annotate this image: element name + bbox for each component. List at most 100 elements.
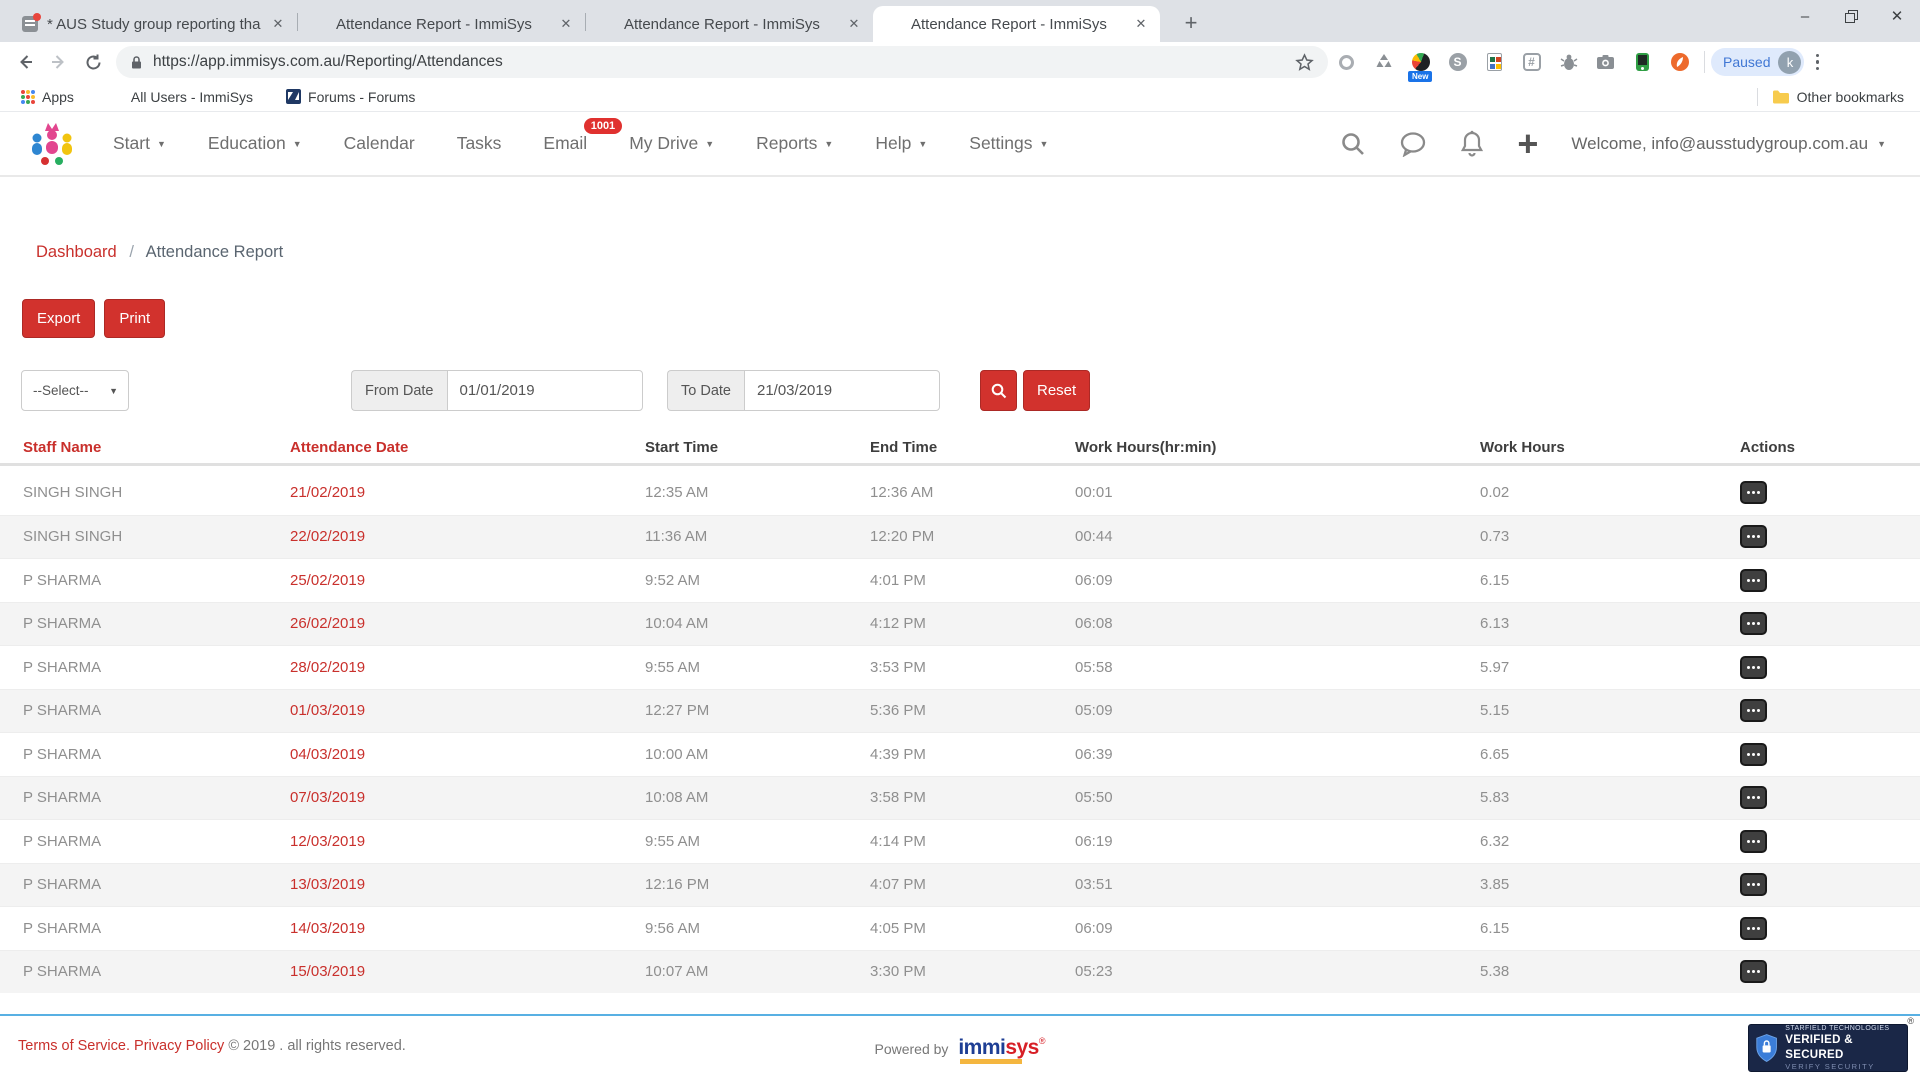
- extension-bug-icon[interactable]: [1550, 42, 1587, 82]
- cell-duration: 00:44: [1075, 528, 1480, 545]
- cell-attendance-date[interactable]: 13/03/2019: [290, 876, 645, 893]
- header-attendance-date[interactable]: Attendance Date: [290, 439, 645, 456]
- cell-start-time: 9:56 AM: [645, 920, 870, 937]
- back-icon[interactable]: [8, 45, 42, 79]
- menu-start[interactable]: Start▼: [92, 133, 187, 154]
- browser-tab-3[interactable]: Attendance Report - ImmiSys ✕: [586, 6, 873, 42]
- export-button[interactable]: Export: [22, 299, 95, 338]
- browser-tab-2[interactable]: Attendance Report - ImmiSys ✕: [298, 6, 585, 42]
- profile-state-label: Paused: [1723, 54, 1770, 70]
- caret-down-icon: ▼: [293, 139, 302, 149]
- cell-duration: 06:19: [1075, 833, 1480, 850]
- tab-close-icon[interactable]: ✕: [269, 15, 287, 33]
- menu-settings[interactable]: Settings▼: [948, 133, 1069, 154]
- browser-tab-4-active[interactable]: Attendance Report - ImmiSys ✕: [873, 6, 1160, 42]
- menu-education[interactable]: Education▼: [187, 133, 323, 154]
- search-button[interactable]: [980, 370, 1017, 411]
- extension-speedtest-icon[interactable]: New: [1402, 42, 1439, 82]
- cell-attendance-date[interactable]: 01/03/2019: [290, 702, 645, 719]
- row-actions-button[interactable]: [1740, 612, 1767, 635]
- account-menu[interactable]: Welcome, info@ausstudygroup.com.au ▼: [1571, 134, 1886, 154]
- cell-attendance-date[interactable]: 22/02/2019: [290, 528, 645, 545]
- row-actions-button[interactable]: [1740, 569, 1767, 592]
- cell-attendance-date[interactable]: 28/02/2019: [290, 659, 645, 676]
- cell-attendance-date[interactable]: 15/03/2019: [290, 963, 645, 980]
- cell-attendance-date[interactable]: 14/03/2019: [290, 920, 645, 937]
- cell-end-time: 4:12 PM: [870, 615, 1075, 632]
- menu-tasks[interactable]: Tasks: [436, 133, 523, 154]
- refresh-icon[interactable]: [76, 45, 110, 79]
- cell-attendance-date[interactable]: 04/03/2019: [290, 746, 645, 763]
- profile-avatar[interactable]: k: [1778, 51, 1801, 74]
- cell-hours: 6.13: [1480, 615, 1740, 632]
- row-actions-button[interactable]: [1740, 786, 1767, 809]
- app-logo[interactable]: [28, 119, 76, 169]
- window-minimize-button[interactable]: –: [1782, 0, 1828, 32]
- bookmark-forums[interactable]: Forums - Forums: [279, 89, 415, 105]
- to-date-input[interactable]: [744, 370, 940, 411]
- cell-attendance-date[interactable]: 21/02/2019: [290, 484, 645, 501]
- row-actions-button[interactable]: [1740, 525, 1767, 548]
- chat-icon[interactable]: [1399, 131, 1427, 157]
- extension-phone-icon[interactable]: [1624, 42, 1661, 82]
- profile-sync-chip[interactable]: Paused k: [1711, 48, 1804, 76]
- menu-reports[interactable]: Reports▼: [735, 133, 854, 154]
- window-restore-button[interactable]: [1828, 0, 1874, 32]
- extension-hashtag-icon[interactable]: #: [1513, 42, 1550, 82]
- cell-attendance-date[interactable]: 26/02/2019: [290, 615, 645, 632]
- reset-button[interactable]: Reset: [1023, 370, 1090, 411]
- window-close-button[interactable]: ✕: [1874, 0, 1920, 32]
- quick-add-icon[interactable]: +: [1517, 132, 1538, 156]
- verified-secured-badge[interactable]: STARFIELD TECHNOLOGIES VERIFIED & SECURE…: [1748, 1024, 1908, 1072]
- row-actions-button[interactable]: [1740, 830, 1767, 853]
- other-bookmarks[interactable]: Other bookmarks: [1757, 88, 1904, 106]
- notifications-bell-icon[interactable]: [1460, 130, 1484, 157]
- tab-close-icon[interactable]: ✕: [557, 15, 575, 33]
- header-work-hours[interactable]: Work Hours: [1480, 439, 1740, 456]
- extension-skype-icon[interactable]: S: [1439, 42, 1476, 82]
- menu-my-drive[interactable]: My Drive▼: [608, 133, 735, 154]
- menu-calendar[interactable]: Calendar: [323, 133, 436, 154]
- header-staff-name[interactable]: Staff Name: [23, 439, 290, 456]
- row-actions-button[interactable]: [1740, 960, 1767, 983]
- menu-help[interactable]: Help▼: [854, 133, 948, 154]
- extension-spreadsheet-icon[interactable]: [1476, 42, 1513, 82]
- extension-recycle-icon[interactable]: [1365, 42, 1402, 82]
- tab-close-icon[interactable]: ✕: [845, 15, 863, 33]
- cell-attendance-date[interactable]: 25/02/2019: [290, 572, 645, 589]
- row-actions-button[interactable]: [1740, 873, 1767, 896]
- caret-down-icon: ▼: [157, 139, 166, 149]
- print-button[interactable]: Print: [104, 299, 165, 338]
- bookmark-all-users[interactable]: All Users - ImmiSys: [100, 89, 253, 105]
- browser-tab-1[interactable]: * AUS Study group reporting tha ✕: [10, 6, 297, 42]
- row-actions-button[interactable]: [1740, 917, 1767, 940]
- address-bar[interactable]: https://app.immisys.com.au/Reporting/Att…: [116, 46, 1328, 78]
- badge-verified: VERIFIED & SECURED: [1785, 1033, 1901, 1062]
- row-actions-button[interactable]: [1740, 481, 1767, 504]
- browser-menu-icon[interactable]: [1804, 45, 1830, 79]
- bookmark-star-icon[interactable]: [1295, 53, 1314, 72]
- url-text[interactable]: https://app.immisys.com.au/Reporting/Att…: [153, 53, 1295, 71]
- cell-attendance-date[interactable]: 07/03/2019: [290, 789, 645, 806]
- cell-attendance-date[interactable]: 12/03/2019: [290, 833, 645, 850]
- extension-circle-icon[interactable]: [1328, 42, 1365, 82]
- bookmark-label: Forums - Forums: [308, 89, 415, 105]
- header-start-time[interactable]: Start Time: [645, 439, 870, 456]
- breadcrumb-dashboard-link[interactable]: Dashboard: [36, 243, 117, 261]
- bookmark-apps[interactable]: Apps: [14, 89, 74, 105]
- menu-email[interactable]: Email1001: [522, 133, 608, 154]
- staff-select[interactable]: --Select-- ▼: [21, 370, 129, 411]
- row-actions-button[interactable]: [1740, 743, 1767, 766]
- extension-feather-icon[interactable]: [1661, 42, 1698, 82]
- cell-hours: 6.32: [1480, 833, 1740, 850]
- row-actions-button[interactable]: [1740, 699, 1767, 722]
- header-end-time[interactable]: End Time: [870, 439, 1075, 456]
- forward-icon[interactable]: [42, 45, 76, 79]
- search-icon[interactable]: [1340, 131, 1366, 157]
- header-work-hours-hrmin[interactable]: Work Hours(hr:min): [1075, 439, 1480, 456]
- from-date-input[interactable]: [447, 370, 643, 411]
- row-actions-button[interactable]: [1740, 656, 1767, 679]
- extension-camera-icon[interactable]: [1587, 42, 1624, 82]
- tab-close-icon[interactable]: ✕: [1132, 15, 1150, 33]
- new-tab-button[interactable]: +: [1176, 9, 1206, 37]
